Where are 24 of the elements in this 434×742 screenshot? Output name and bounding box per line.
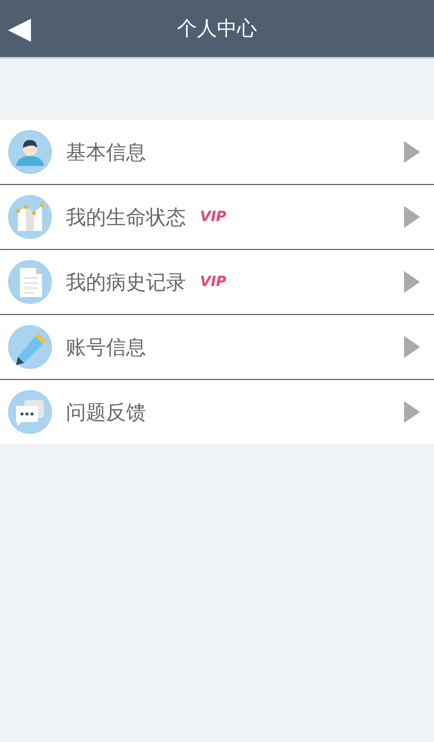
menu-item[interactable]: 基本信息 <box>0 120 434 185</box>
person-icon <box>8 130 52 174</box>
menu-item[interactable]: 问题反馈 <box>0 380 434 444</box>
vip-label: VIP <box>200 209 226 225</box>
menu-label: 我的生命状态 <box>66 204 186 230</box>
menu-item[interactable]: 我的病史记录 VIP <box>0 250 434 315</box>
chat-icon <box>8 390 52 434</box>
chevron-icon <box>404 336 420 358</box>
menu-label: 账号信息 <box>66 334 146 360</box>
menu-label: 问题反馈 <box>66 398 146 426</box>
chevron-icon <box>404 401 420 423</box>
menu-item[interactable]: 我的生命状态 VIP <box>0 185 434 250</box>
chevron-icon <box>404 141 420 163</box>
chevron-icon <box>404 271 420 293</box>
menu-label: 基本信息 <box>66 138 146 166</box>
chart-icon <box>8 195 52 239</box>
pencil-icon <box>8 325 52 369</box>
menu-item[interactable]: 账号信息 <box>0 315 434 380</box>
back-button[interactable]: ◀ <box>0 14 31 44</box>
document-icon <box>8 260 52 304</box>
menu-label: 我的病史记录 <box>66 268 186 296</box>
vip-label: VIP <box>200 274 226 290</box>
chevron-icon <box>404 206 420 228</box>
page-title: 个人中心 <box>177 15 257 42</box>
